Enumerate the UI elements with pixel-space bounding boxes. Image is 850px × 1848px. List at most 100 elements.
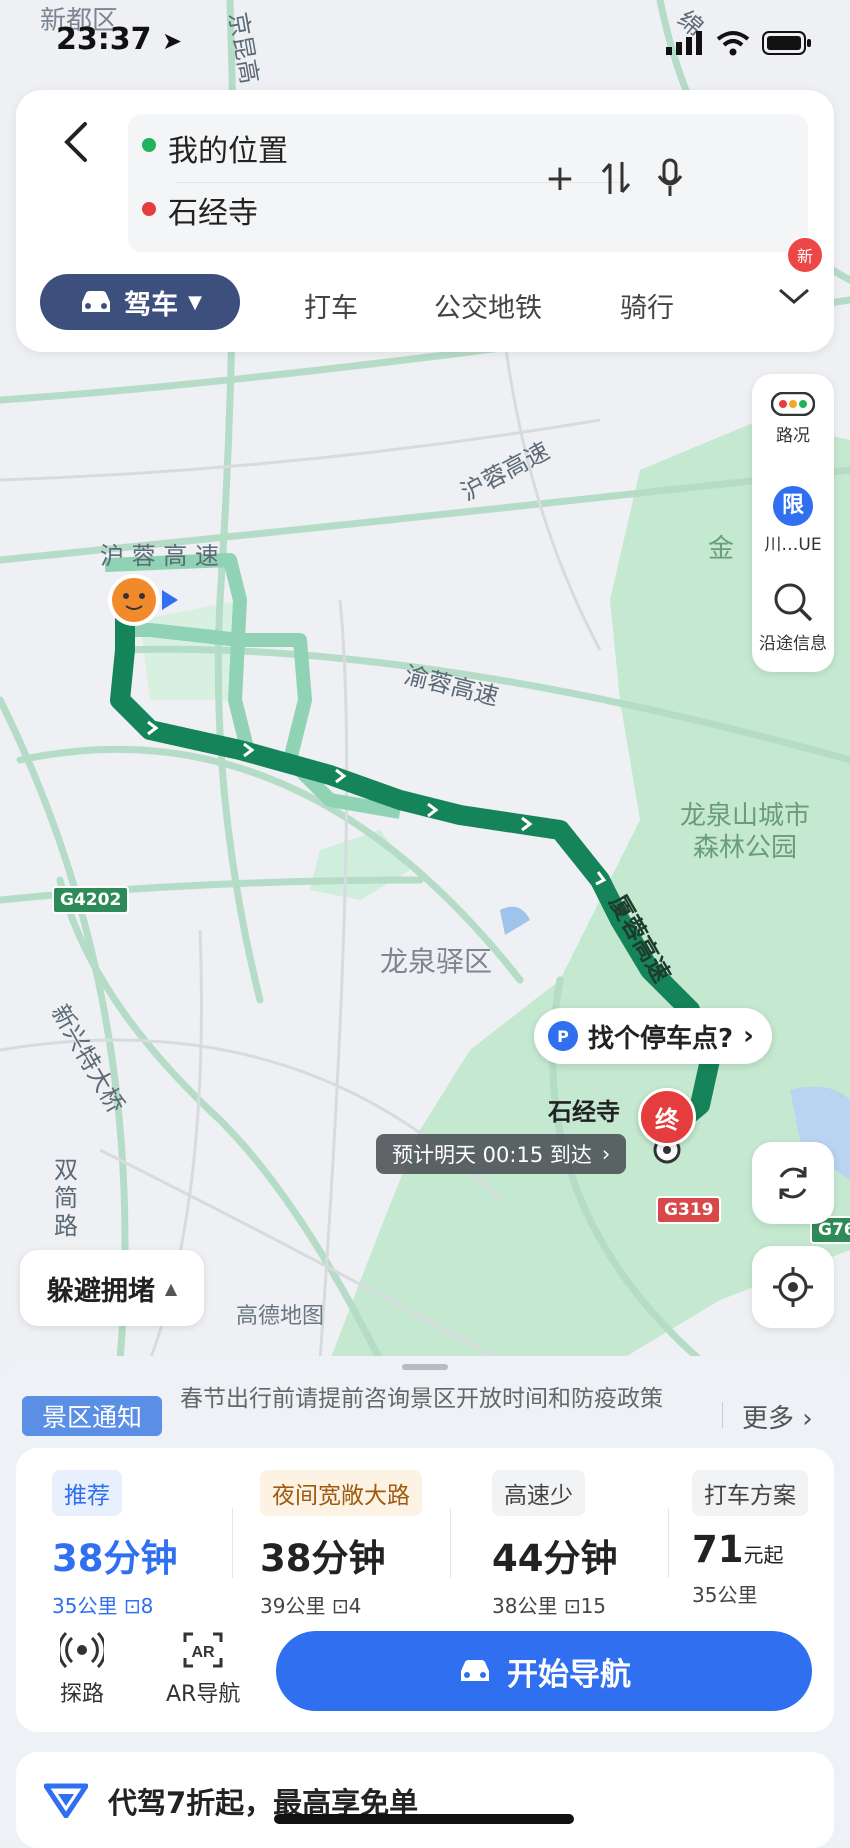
swap-arrows [601, 162, 631, 194]
traffic-light-count-icon: ⊡ [563, 1594, 581, 1618]
locate-button[interactable] [752, 1246, 834, 1328]
route-distance: 35公里 [52, 1594, 118, 1618]
more-modes-button[interactable] [778, 286, 810, 310]
notice-more-label: 更多 [742, 1404, 795, 1434]
route-lights: 15 [580, 1594, 607, 1618]
route-tag: 夜间宽敞大路 [260, 1470, 422, 1516]
origin-field[interactable]: 我的位置 [168, 126, 288, 170]
eta-text: 预计明天 00:15 到达 [392, 1143, 592, 1167]
chevron-down-icon [779, 288, 809, 304]
tab-cycling[interactable]: 骑行 [620, 286, 674, 325]
route-distance: 39公里 [260, 1594, 326, 1618]
refresh-route-button[interactable] [752, 1142, 834, 1224]
route-option-recommended[interactable]: 推荐 38分钟 35公里 ⊡8 [52, 1470, 178, 1619]
side-toolbar: 路况 限 川…UE 沿途信息 [752, 374, 834, 672]
eta-banner[interactable]: 预计明天 00:15 到达 › [376, 1134, 627, 1174]
park-label-line1: 龙泉山城市 [680, 801, 811, 831]
chevron-right-icon: › [743, 1021, 754, 1051]
car-icon [461, 1660, 489, 1681]
notice-text: 春节出行前请提前咨询景区开放时间和防疫政策 [180, 1386, 663, 1412]
avoid-congestion-label: 躲避拥堵 [46, 1275, 155, 1307]
traffic-button[interactable]: 路况 [752, 391, 834, 446]
swap-icon[interactable] [594, 156, 638, 200]
chevron-down-icon: ▼ [188, 291, 202, 313]
tab-transit[interactable]: 公交地铁 [434, 286, 542, 325]
drag-handle[interactable] [402, 1364, 448, 1370]
avoid-congestion-button[interactable]: 躲避拥堵 ▲ [20, 1250, 204, 1326]
signal-icon [666, 31, 702, 55]
microphone-shape [657, 158, 683, 196]
route-option-less-highway[interactable]: 高速少 44分钟 38公里 ⊡15 [492, 1470, 618, 1619]
route-info: 38公里 ⊡15 [492, 1590, 618, 1619]
chevron-right-icon: › [802, 1404, 813, 1434]
designated-driver-promo[interactable]: 代驾7折起，最高享免单 [16, 1752, 834, 1848]
route-tag: 打车方案 [692, 1470, 808, 1516]
route-price: 71元起 [692, 1528, 808, 1571]
destination-marker: 终 [638, 1088, 696, 1146]
ar-navigation-button[interactable]: AR AR导航 [166, 1630, 240, 1708]
shield-g319: G319 [656, 1196, 722, 1224]
route-distance: 35公里 [692, 1583, 758, 1607]
parking-icon: P [548, 1021, 578, 1051]
route-option-night[interactable]: 夜间宽敞大路 38分钟 39公里 ⊡4 [260, 1470, 422, 1619]
notice-tag: 景区通知 [22, 1396, 162, 1436]
tab-taxi[interactable]: 打车 [304, 286, 358, 325]
route-lights: 4 [348, 1594, 362, 1618]
route-separator [450, 1508, 451, 1578]
destination-field[interactable]: 石经寺 [168, 188, 258, 232]
map-attribution: 高德地图 [236, 1304, 325, 1329]
home-indicator[interactable] [274, 1814, 574, 1824]
route-separator [232, 1508, 233, 1578]
chevron-right-icon: › [601, 1142, 611, 1166]
route-time: 38分钟 [260, 1537, 386, 1580]
back-button[interactable] [46, 112, 106, 172]
route-price-unit: 元起 [743, 1543, 784, 1567]
road-label-shuangjian: 双简路 [54, 1156, 78, 1240]
ar-icon: AR [183, 1632, 223, 1668]
route-info: 39公里 ⊡4 [260, 1590, 422, 1619]
start-navigation-button[interactable]: 开始导航 [276, 1631, 812, 1711]
route-info: 35公里 ⊡8 [52, 1590, 178, 1619]
route-option-taxi[interactable]: 打车方案 71元起 35公里 [692, 1470, 808, 1608]
notice-divider [722, 1402, 723, 1428]
route-tag: 高速少 [492, 1470, 585, 1516]
route-separator [668, 1508, 669, 1578]
status-time: 23:37 ➤ [56, 22, 182, 57]
restriction-label: 川…UE [764, 535, 822, 555]
voice-input-icon[interactable] [648, 156, 692, 200]
scenic-notice[interactable]: 景区通知 春节出行前请提前咨询景区开放时间和防疫政策 更多 › [0, 1372, 850, 1456]
status-indicators [666, 30, 812, 56]
ar-label: AR导航 [166, 1682, 241, 1707]
park-label: 龙泉山城市 森林公园 [680, 800, 810, 864]
route-input-box: 我的位置 石经寺 + [128, 114, 808, 252]
explore-button[interactable]: 探路 [57, 1630, 107, 1708]
notice-more-link[interactable]: 更多 › [742, 1398, 813, 1435]
traffic-label: 路况 [776, 426, 810, 446]
traffic-light-count-icon: ⊡ [331, 1594, 349, 1618]
along-route-button[interactable]: 沿途信息 [752, 580, 834, 654]
restriction-icon: 限 [773, 486, 813, 526]
destination-dot-icon [142, 202, 156, 216]
svg-text:AR: AR [192, 1644, 216, 1661]
refresh-icon [779, 1167, 807, 1199]
find-parking-button[interactable]: P 找个停车点? › [534, 1008, 772, 1064]
location-arrow-icon: ➤ [161, 27, 183, 55]
start-navigation-label: 开始导航 [507, 1656, 631, 1693]
district-label-longquan: 龙泉驿区 [380, 945, 493, 978]
shield-g4202: G4202 [52, 886, 130, 914]
add-waypoint-icon[interactable]: + [538, 156, 582, 200]
search-icon [774, 583, 813, 622]
target-icon [773, 1267, 813, 1307]
wifi-icon [716, 31, 750, 56]
mode-driving-button[interactable]: 驾车 ▼ [40, 274, 240, 330]
chevron-up-icon: ▲ [164, 1278, 178, 1298]
road-label-hurong-1: 沪 蓉 高 速 [100, 542, 219, 570]
traffic-light-count-icon: ⊡ [123, 1594, 141, 1618]
parking-label: 找个停车点? [588, 1023, 734, 1054]
promo-logo-icon [44, 1783, 88, 1818]
restriction-button[interactable]: 限 川…UE [752, 486, 834, 555]
route-lights: 8 [140, 1594, 154, 1618]
battery-icon [762, 31, 811, 55]
origin-dot-icon [142, 138, 156, 152]
status-time-text: 23:37 [56, 22, 152, 57]
